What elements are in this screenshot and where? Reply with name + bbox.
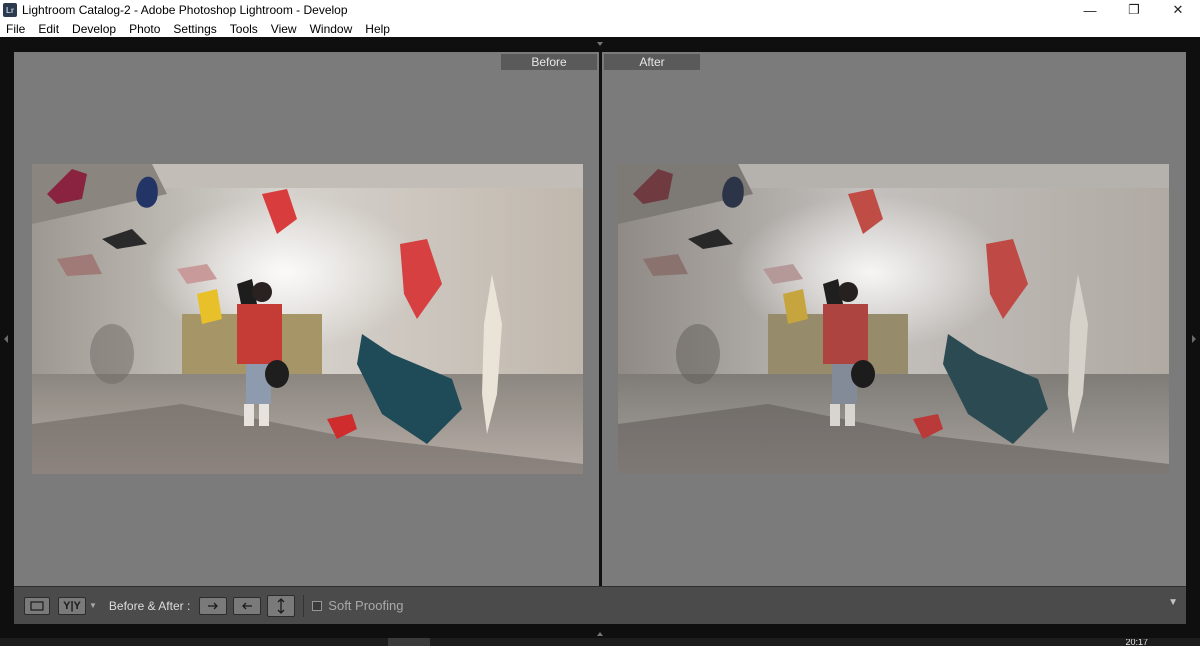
before-after-workspace: Before After <box>14 52 1186 586</box>
before-photo[interactable] <box>32 164 583 474</box>
toolbar-separator <box>303 594 305 617</box>
taskbar-clock: 20:17 <box>1125 639 1148 646</box>
minimize-icon: — <box>1083 2 1097 18</box>
show-top-panel-icon[interactable] <box>594 40 606 48</box>
before-after-label: Before & After : <box>108 598 191 613</box>
app-icon-text: Lr <box>6 5 14 15</box>
before-after-view-button[interactable]: Y|Y <box>58 596 86 615</box>
minimize-button[interactable]: — <box>1068 0 1112 20</box>
menu-settings[interactable]: Settings <box>173 22 216 36</box>
menu-tools[interactable]: Tools <box>230 22 258 36</box>
restore-button[interactable]: ❐ <box>1112 0 1156 20</box>
copy-before-to-after-button[interactable] <box>199 596 228 615</box>
os-taskbar <box>0 638 1200 646</box>
menu-edit[interactable]: Edit <box>38 22 59 36</box>
show-filmstrip-icon[interactable] <box>594 630 606 638</box>
swap-before-after-button[interactable] <box>267 594 296 617</box>
close-button[interactable]: ✕ <box>1156 0 1200 20</box>
show-left-panel-icon[interactable] <box>3 334 9 344</box>
before-pane[interactable]: Before <box>14 52 599 586</box>
loupe-view-icon <box>30 600 44 611</box>
copy-after-to-before-button[interactable] <box>233 596 262 615</box>
menu-develop[interactable]: Develop <box>72 22 116 36</box>
menu-photo[interactable]: Photo <box>129 22 160 36</box>
swap-vertical-icon <box>277 597 285 614</box>
menu-help[interactable]: Help <box>365 22 390 36</box>
menu-window[interactable]: Window <box>310 22 353 36</box>
arrow-left-icon <box>242 602 253 609</box>
show-right-panel-icon[interactable] <box>1191 334 1197 344</box>
after-photo[interactable] <box>618 164 1169 474</box>
before-label: Before <box>501 54 597 70</box>
window-controls: — ❐ ✕ <box>1068 0 1200 20</box>
arrow-right-icon <box>208 602 219 609</box>
develop-toolbar: Y|Y ▼ Before & After : Soft Proofing ▼ <box>14 586 1186 624</box>
lightroom-app-icon: Lr <box>3 3 17 17</box>
menu-view[interactable]: View <box>271 22 297 36</box>
taskbar-active-app[interactable] <box>388 638 430 646</box>
after-pane[interactable]: After <box>602 52 1186 586</box>
restore-icon: ❐ <box>1128 2 1140 17</box>
before-after-view-label: Y|Y <box>63 599 81 612</box>
soft-proofing-checkbox[interactable] <box>312 600 323 611</box>
toolbar-content-menu-icon[interactable]: ▼ <box>1168 597 1178 608</box>
loupe-view-button[interactable] <box>24 596 50 615</box>
menu-bar: File Edit Develop Photo Settings Tools V… <box>0 20 1200 37</box>
window-titlebar: Lr Lightroom Catalog-2 - Adobe Photoshop… <box>0 0 1200 20</box>
soft-proofing-label[interactable]: Soft Proofing <box>328 598 403 613</box>
window-title: Lightroom Catalog-2 - Adobe Photoshop Li… <box>22 3 348 17</box>
view-mode-dropdown-icon[interactable]: ▼ <box>89 601 97 610</box>
close-icon: ✕ <box>1172 2 1184 17</box>
after-photo-image <box>618 164 1169 474</box>
after-label: After <box>604 54 700 70</box>
before-photo-image <box>32 164 583 474</box>
menu-file[interactable]: File <box>6 22 25 36</box>
